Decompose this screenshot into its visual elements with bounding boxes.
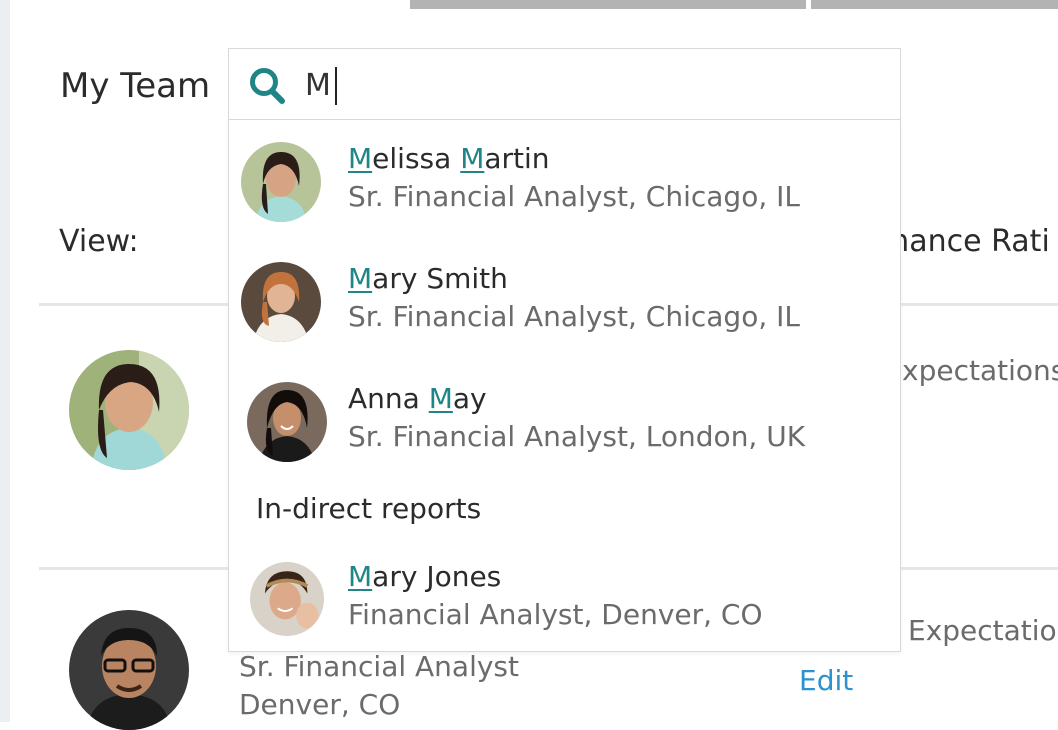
result-subtitle: Sr. Financial Analyst, Chicago, IL — [348, 300, 800, 333]
page-title: My Team — [60, 66, 211, 106]
result-subtitle: Sr. Financial Analyst, London, UK — [348, 420, 806, 453]
performance-rating: Expectations — [908, 614, 1058, 647]
search-result-item[interactable]: Melissa Martin Sr. Financial Analyst, Ch… — [229, 142, 900, 242]
top-tab-bar-left[interactable] — [410, 0, 806, 9]
top-tab-bar-right[interactable] — [811, 0, 1058, 9]
result-name: Mary Jones — [348, 560, 502, 593]
result-subtitle: Sr. Financial Analyst, Chicago, IL — [348, 180, 800, 213]
search-result-item[interactable]: Mary Smith Sr. Financial Analyst, Chicag… — [229, 262, 900, 362]
performance-rating-header: mance Rati — [880, 224, 1050, 259]
text-caret — [335, 67, 337, 105]
left-edge-strip — [0, 0, 10, 722]
result-name: Melissa Martin — [348, 142, 550, 175]
avatar — [247, 382, 327, 462]
avatar[interactable] — [69, 610, 189, 730]
search-icon — [247, 66, 287, 106]
search-input[interactable] — [305, 63, 865, 107]
indirect-reports-label: In-direct reports — [256, 492, 482, 525]
result-name: Anna May — [348, 382, 487, 415]
avatar — [241, 262, 321, 342]
result-name: Mary Smith — [348, 262, 508, 295]
search-results-dropdown: Melissa Martin Sr. Financial Analyst, Ch… — [228, 120, 901, 652]
employee-location: Denver, CO — [239, 688, 401, 721]
avatar[interactable] — [69, 350, 189, 470]
performance-rating: xpectations — [902, 354, 1058, 387]
avatar — [241, 142, 321, 222]
search-result-item[interactable]: Mary Jones Financial Analyst, Denver, CO — [229, 560, 900, 660]
result-subtitle: Financial Analyst, Denver, CO — [348, 598, 763, 631]
search-result-item[interactable]: Anna May Sr. Financial Analyst, London, … — [229, 382, 900, 482]
edit-link[interactable]: Edit — [799, 664, 853, 697]
team-search-box[interactable] — [228, 48, 901, 120]
avatar — [250, 562, 324, 636]
view-label: View: — [59, 224, 139, 259]
